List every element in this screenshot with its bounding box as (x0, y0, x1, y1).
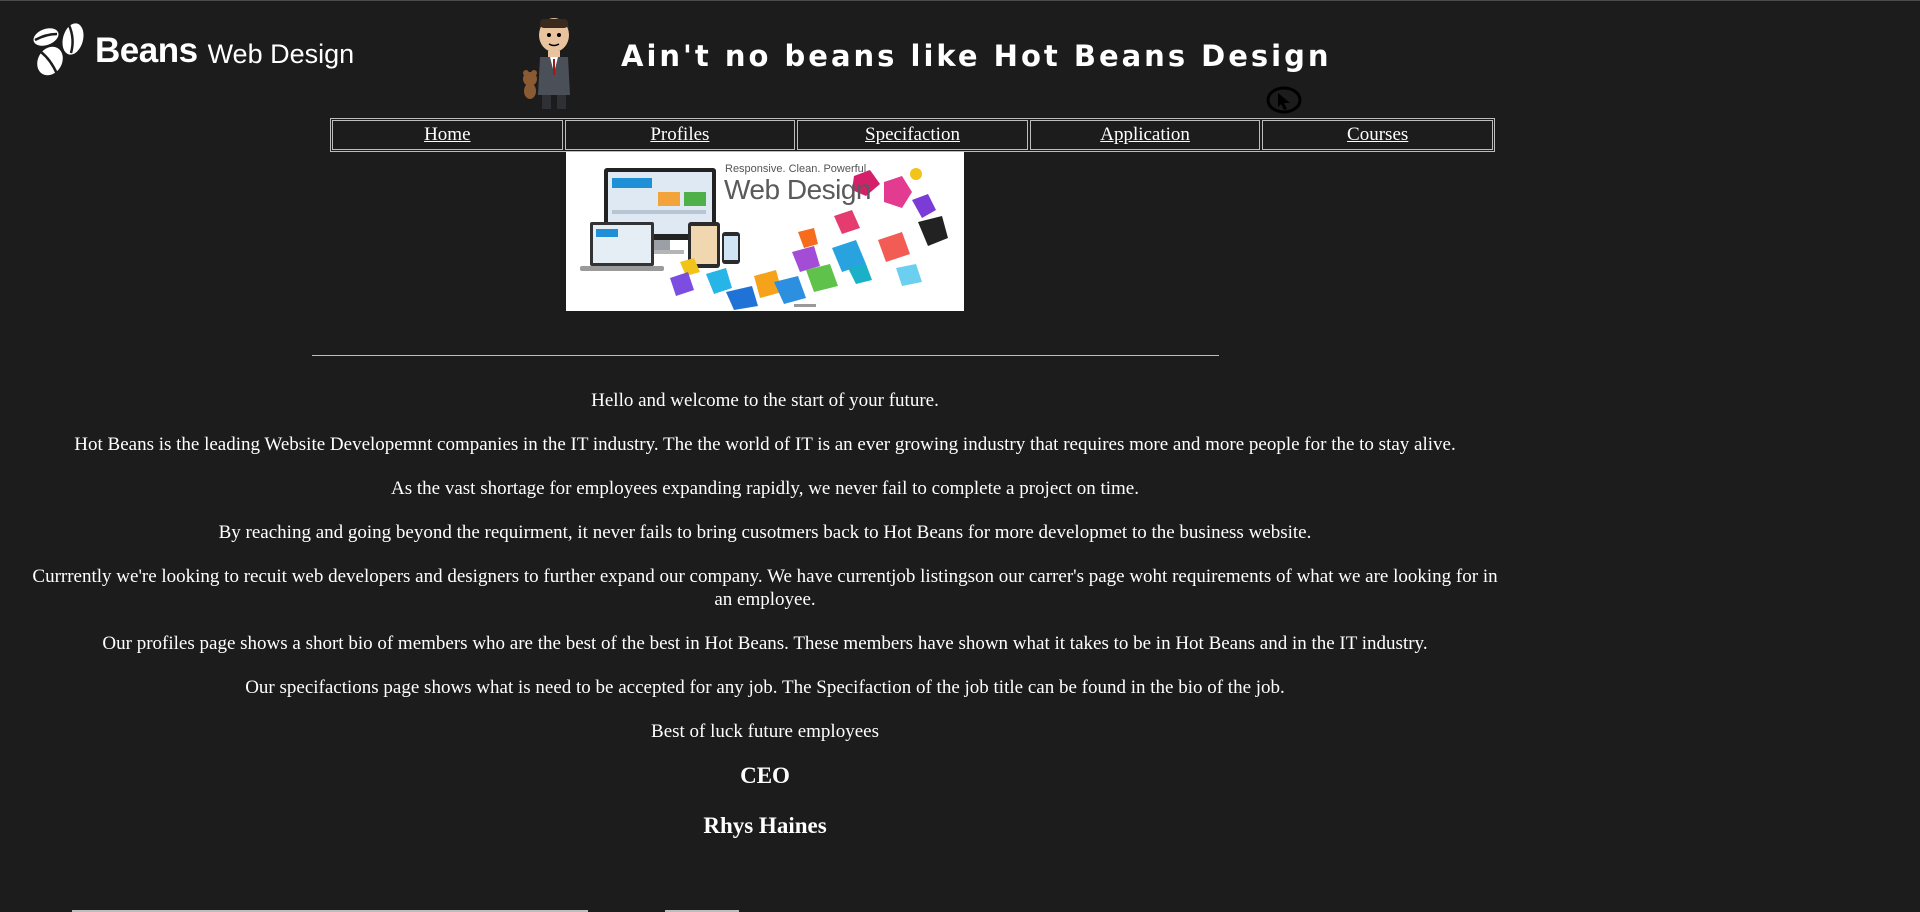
recruiting-paragraph: Currrently we're looking to recuit web d… (32, 566, 1498, 610)
specifactions-paragraph: Our specifactions page shows what is nee… (245, 677, 1285, 698)
signature-title: CEO (740, 763, 790, 788)
site-tagline: Ain't no beans like Hot Beans Design (621, 39, 1332, 73)
requirement-paragraph: By reaching and going beyond the requirm… (218, 522, 1312, 543)
main-nav: Home Profiles Specifaction Application C… (330, 118, 1495, 152)
logo-text-light: Web Design (207, 38, 355, 69)
nav-item-profiles: Profiles (564, 120, 796, 150)
web-design-banner-image: Responsive. Clean. Powerful. Web Design (566, 152, 964, 311)
nav-link-courses[interactable]: Courses (1347, 124, 1408, 146)
nav-item-application: Application (1029, 120, 1261, 150)
nav-item-specifaction: Specifaction (797, 120, 1028, 150)
signature-name: Rhys Haines (703, 813, 827, 838)
closing-paragraph: Best of luck future employees (651, 721, 879, 742)
nav-link-application[interactable]: Application (1100, 124, 1190, 146)
page: Beans Web Design Ain't no beans like Hot… (0, 0, 1920, 912)
main-content: Hello and welcome to the start of your f… (20, 389, 1510, 837)
site-logo[interactable]: Beans Web Design (29, 22, 354, 80)
intro-paragraph: Hot Beans is the leading Website Develop… (74, 434, 1456, 455)
mascot-character-image (523, 18, 570, 109)
nav-link-profiles[interactable]: Profiles (650, 124, 709, 146)
nav-item-courses: Courses (1262, 120, 1493, 150)
banner-title: Web Design (724, 174, 872, 205)
nav-link-specifaction[interactable]: Specifaction (865, 124, 960, 146)
nav-item-home: Home (332, 120, 563, 150)
logo-text-bold: Beans (95, 31, 198, 70)
nav-link-home[interactable]: Home (424, 124, 470, 146)
coffee-beans-icon (33, 23, 84, 76)
welcome-paragraph: Hello and welcome to the start of your f… (591, 390, 939, 411)
content-divider (312, 355, 1219, 356)
profiles-paragraph: Our profiles page shows a short bio of m… (102, 633, 1428, 654)
shortage-paragraph: As the vast shortage for employees expan… (391, 478, 1139, 499)
cursor-icon (1266, 86, 1302, 114)
